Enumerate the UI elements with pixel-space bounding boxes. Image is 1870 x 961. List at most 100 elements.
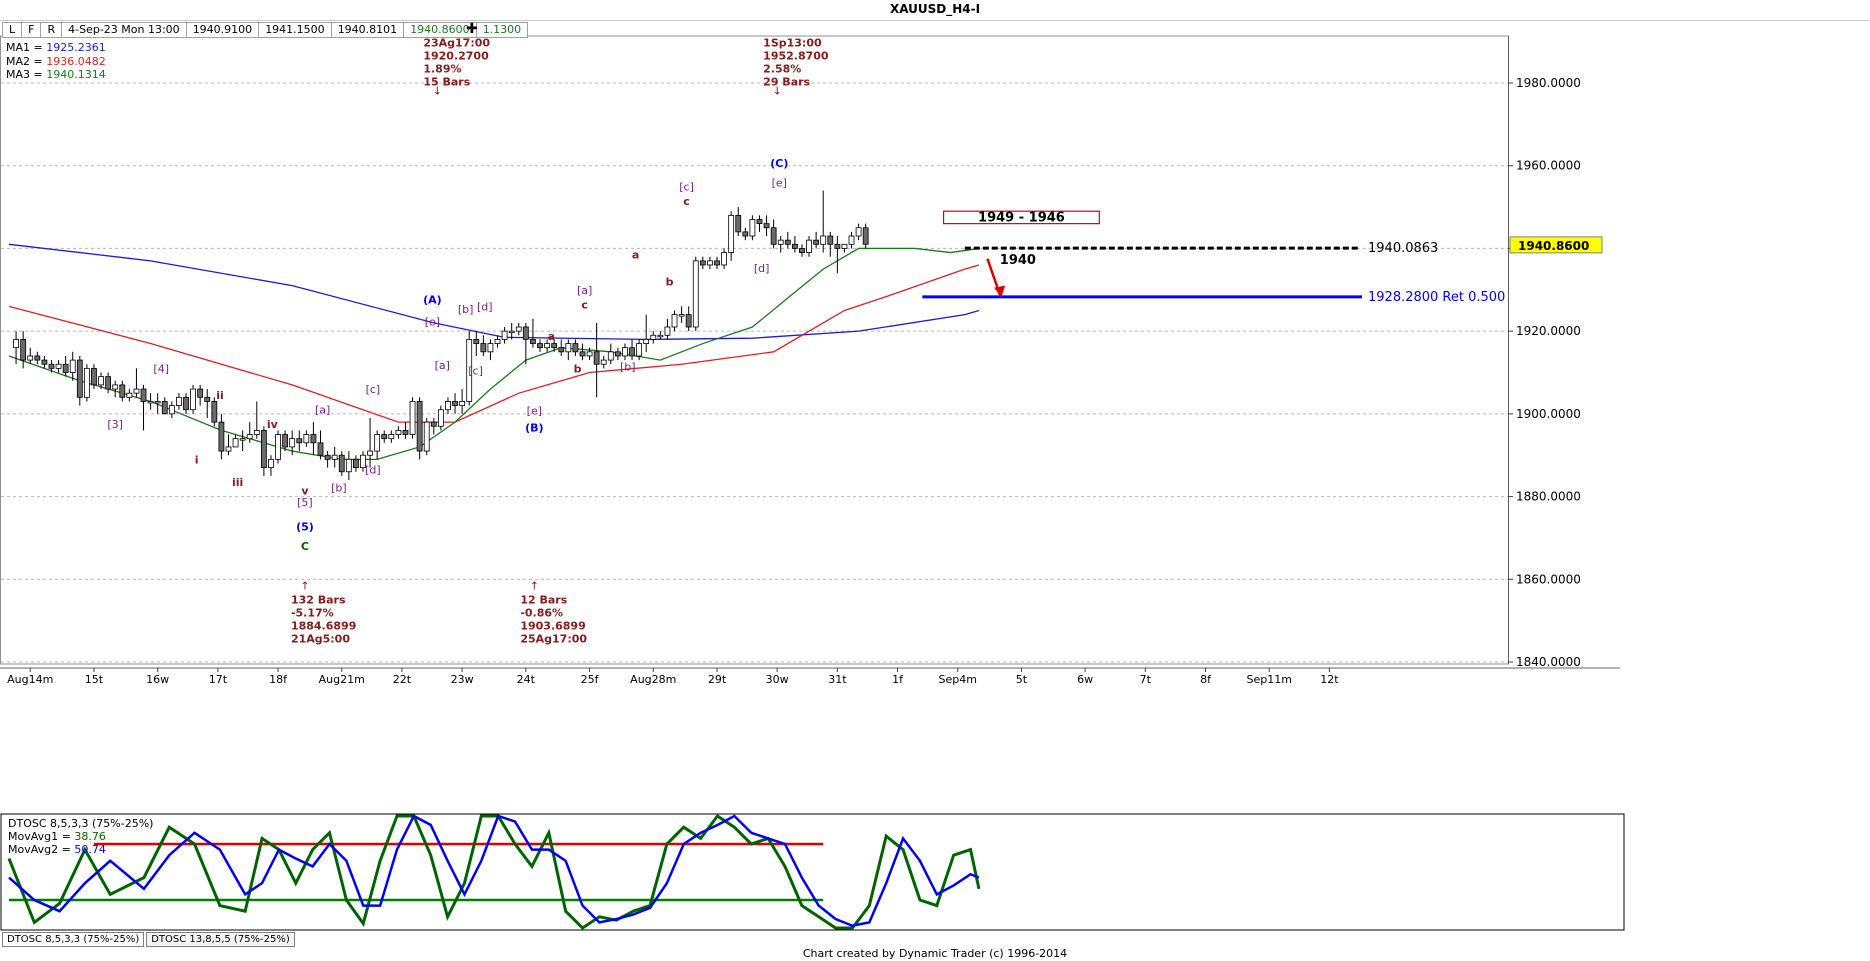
candle <box>473 339 480 344</box>
toolbar-letter-r[interactable]: R <box>40 22 63 38</box>
x-tick-label: 22t <box>393 673 412 686</box>
wave-label: b <box>574 362 582 375</box>
wave-label: ii <box>216 389 224 402</box>
candle <box>862 227 869 245</box>
candle <box>260 429 267 469</box>
candle <box>345 458 352 473</box>
x-tick-label: 1f <box>892 673 904 686</box>
candle <box>374 434 381 452</box>
candle <box>445 401 451 411</box>
indicator-tabs: DTOSC 8,5,3,3 (75%-25%) DTOSC 13,8,5,5 (… <box>2 932 297 947</box>
wave-label: iii <box>232 476 243 489</box>
x-tick-label: 31t <box>828 673 847 686</box>
wave-label: c <box>581 298 588 311</box>
ma1-row: MA1 = 1925.2361 <box>6 41 106 54</box>
candle <box>190 388 196 411</box>
candle <box>579 351 586 357</box>
candle <box>820 235 827 245</box>
wave-label: [e] <box>527 405 542 418</box>
candle <box>749 219 756 237</box>
cycle-arrow-up: ↑ <box>530 579 539 592</box>
x-tick-label: 7t <box>1140 673 1152 686</box>
candle <box>714 260 720 266</box>
candle <box>600 359 607 365</box>
candle <box>282 434 289 448</box>
ma1-label: MA1 <box>6 41 31 54</box>
tab-dtosc-13[interactable]: DTOSC 13,8,5,5 (75%-25%) <box>146 932 295 947</box>
candle <box>324 454 331 460</box>
candle <box>168 405 175 415</box>
cycle-annotation-text: 132 Bars <box>291 593 346 606</box>
movavg2-row: MovAvg2 = 50.74 <box>8 843 106 856</box>
ma-line-ma1 <box>8 243 980 341</box>
wave-label: [d] <box>365 464 381 477</box>
chart-canvas[interactable]: 1980.00001960.00001940.00001920.00001900… <box>0 0 1870 961</box>
wave-label: [d] <box>477 300 493 313</box>
price-panel-border <box>0 35 1509 665</box>
toolbar-letter-l[interactable]: L <box>2 22 23 38</box>
candle <box>508 330 515 334</box>
y-tick-label: 1860.0000 <box>1516 572 1581 586</box>
candle <box>799 248 805 253</box>
candle <box>48 363 55 369</box>
ma-legend: MA1 = 1925.2361 MA2 = 1936.0482 MA3 = 19… <box>6 41 106 82</box>
candle <box>119 384 126 398</box>
plus-icon[interactable]: ✚ <box>466 21 478 37</box>
candle <box>161 401 168 415</box>
candle <box>756 219 763 225</box>
candle <box>268 458 274 469</box>
cycle-annotation-text: 29 Bars <box>763 76 810 89</box>
candle <box>409 401 416 435</box>
window-title: XAUUSD_H4-I <box>889 2 981 16</box>
x-tick-label: 23w <box>451 673 474 686</box>
cycle-annotation-text: -0.86% <box>520 606 563 619</box>
candle <box>296 438 303 444</box>
candle <box>105 376 112 390</box>
candle <box>69 359 76 373</box>
candle <box>791 243 798 249</box>
movavg1-label: MovAvg1 <box>8 830 59 843</box>
candle <box>430 421 437 427</box>
toolbar-letter-f[interactable]: F <box>21 22 42 38</box>
candle <box>728 214 735 253</box>
retracement-line-label: 1928.2800 Ret 0.500 <box>1368 290 1505 305</box>
y-tick-label: 1920.0000 <box>1516 324 1581 338</box>
toolbar-high: 1941.1500 <box>258 22 332 38</box>
candle <box>41 359 48 365</box>
wave-label: [a] <box>315 404 330 417</box>
candle <box>614 351 621 357</box>
tab-dtosc-8[interactable]: DTOSC 8,5,3,3 (75%-25%) <box>2 932 145 947</box>
candle <box>657 334 664 338</box>
candle <box>742 231 749 237</box>
wave-label: c <box>683 195 690 208</box>
candle <box>685 314 692 328</box>
x-tick-label: 30w <box>766 673 789 686</box>
y-tick-label: 1980.0000 <box>1516 76 1581 90</box>
candle <box>218 421 225 452</box>
candle <box>784 239 791 245</box>
x-tick-label: 6w <box>1077 673 1093 686</box>
movavg1-row: MovAvg1 = 38.76 <box>8 830 106 843</box>
wave-label: [b] <box>331 481 347 494</box>
wave-label: (5) <box>296 520 314 533</box>
candle <box>388 434 395 440</box>
cycle-annotation-text: 23Ag17:00 <box>423 37 490 50</box>
candle <box>848 235 855 245</box>
ma3-value: 1940.1314 <box>46 68 106 81</box>
cycle-annotation-text: 2.58% <box>763 63 801 76</box>
x-tick-label: 12t <box>1320 673 1339 686</box>
wave-label: b <box>666 276 674 289</box>
cycle-annotation-text: -5.17% <box>291 606 334 619</box>
ma3-label: MA3 <box>6 68 31 81</box>
candle <box>331 454 338 460</box>
candle <box>607 351 614 361</box>
candle <box>13 339 19 349</box>
cycle-annotation-text: 1884.6899 <box>291 619 356 632</box>
candle <box>664 326 671 336</box>
candle <box>813 239 820 245</box>
ma1-value: 1925.2361 <box>46 41 106 54</box>
candle <box>777 239 784 245</box>
candle <box>565 343 572 353</box>
cycle-arrow-up: ↑ <box>300 579 309 592</box>
resistance-zone-label: 1949 - 1946 <box>978 210 1065 225</box>
